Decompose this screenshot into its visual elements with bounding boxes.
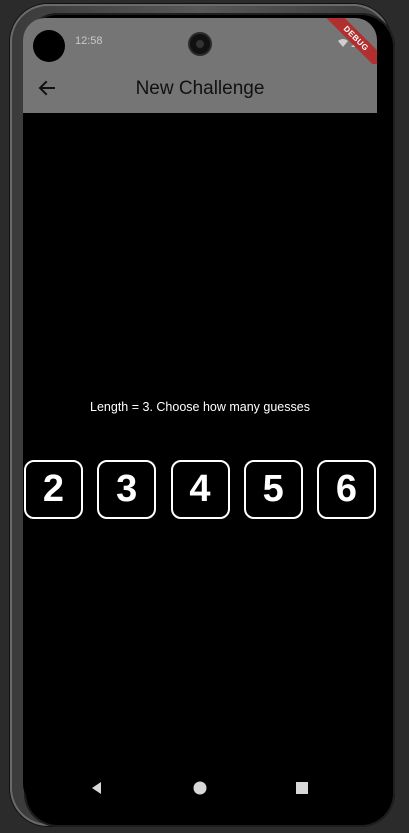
app-screen: 12:58 DEBUG New Challenge Length = 3. Ch… xyxy=(23,18,377,806)
guess-option-3[interactable]: 3 xyxy=(97,460,157,519)
status-avatar-dot xyxy=(33,30,65,62)
status-bar: 12:58 DEBUG xyxy=(23,18,377,74)
guess-option-2[interactable]: 2 xyxy=(24,460,83,519)
square-recents-icon xyxy=(296,782,308,794)
nav-back-button[interactable] xyxy=(89,780,105,796)
guess-count-options: 2 3 4 5 6 xyxy=(24,460,376,522)
nav-home-button[interactable] xyxy=(192,780,208,796)
triangle-back-icon xyxy=(92,782,101,794)
status-time: 12:58 xyxy=(75,35,103,47)
page-title: New Challenge xyxy=(135,78,265,99)
camera-cutout xyxy=(190,34,210,54)
app-bar: New Challenge xyxy=(23,64,377,113)
guess-option-5[interactable]: 5 xyxy=(243,460,303,519)
nav-recents-button[interactable] xyxy=(294,780,310,796)
instruction-text: Length = 3. Choose how many guesses xyxy=(90,400,310,414)
circle-home-icon xyxy=(193,781,207,795)
guess-option-6[interactable]: 6 xyxy=(317,460,376,519)
guess-option-4[interactable]: 4 xyxy=(170,460,230,519)
system-nav-bar xyxy=(23,768,377,806)
